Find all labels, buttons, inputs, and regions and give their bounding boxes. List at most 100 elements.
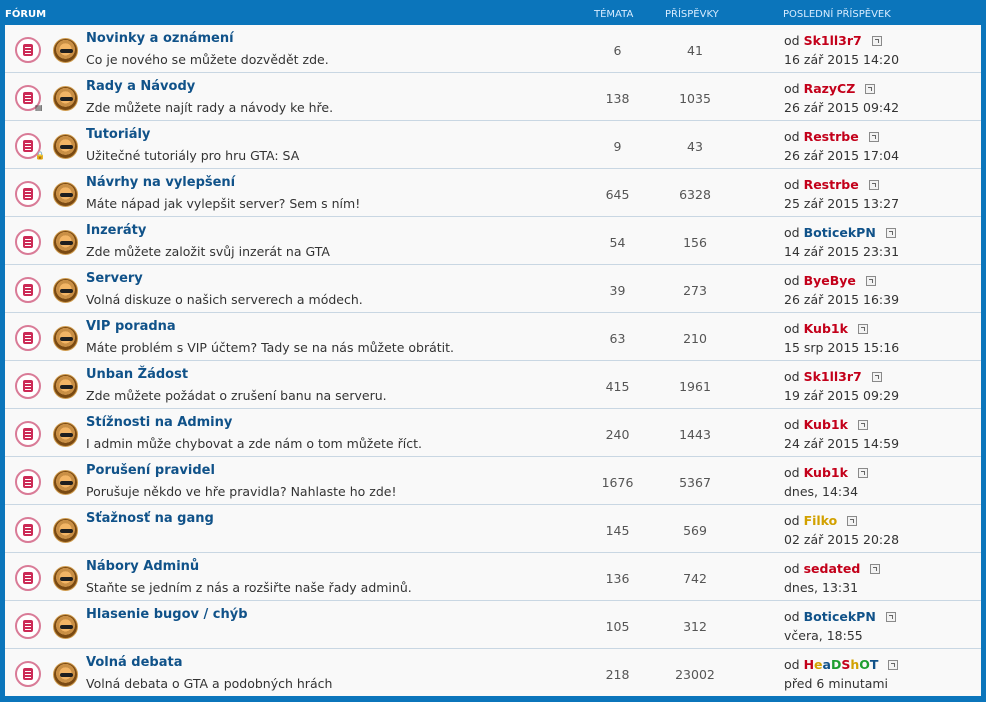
last-post-time: 25 zář 2015 13:27 — [784, 196, 900, 211]
last-post-info: od sedated — [784, 561, 881, 576]
forum-avatar-icon — [53, 614, 78, 639]
last-post-user-link[interactable]: Sk1ll3r7 — [804, 33, 862, 48]
forum-avatar-icon — [53, 422, 78, 447]
forum-avatar-icon — [53, 182, 78, 207]
forum-title-link[interactable]: Novinky a oznámení — [86, 31, 234, 46]
forum-row: Návrhy na vylepšení Máte nápad jak vylep… — [5, 169, 981, 217]
forum-read-icon — [15, 661, 41, 687]
goto-last-post-icon[interactable] — [857, 324, 868, 334]
last-post-time: 24 zář 2015 14:59 — [784, 436, 900, 451]
forum-description: Volná debata o GTA a podobných hrách — [86, 676, 333, 691]
forum-title-link[interactable]: Servery — [86, 271, 143, 286]
last-post-time: 26 zář 2015 09:42 — [784, 100, 900, 115]
last-post-by-label: od — [784, 657, 800, 672]
forum-description: Zde můžete požádat o zrušení banu na ser… — [86, 388, 387, 403]
last-post-user-link[interactable]: Filko — [804, 513, 838, 528]
last-post-user-link[interactable]: Kub1k — [804, 417, 848, 432]
last-post-info: od Sk1ll3r7 — [784, 369, 882, 384]
last-post-by-label: od — [784, 321, 800, 336]
forum-title-link[interactable]: Porušení pravidel — [86, 463, 215, 478]
forum-title-link[interactable]: Volná debata — [86, 655, 182, 670]
forum-read-icon — [15, 613, 41, 639]
forum-title-link[interactable]: VIP poradna — [86, 319, 176, 334]
forum-avatar-icon — [53, 374, 78, 399]
forum-description: Zde můžete založit svůj inzerát na GTA — [86, 244, 330, 259]
forum-read-icon — [15, 565, 41, 591]
last-post-info: od BoticekPN — [784, 225, 896, 240]
last-post-info: od Restrbe — [784, 129, 879, 144]
forum-title-link[interactable]: Tutoriály — [86, 127, 150, 142]
forum-read-icon — [15, 373, 41, 399]
last-post-by-label: od — [784, 465, 800, 480]
last-post-user-link[interactable]: BoticekPN — [804, 609, 876, 624]
last-post-by-label: od — [784, 561, 800, 576]
forum-title-link[interactable]: Sťažnosť na gang — [86, 511, 214, 526]
forum-title-link[interactable]: Stížnosti na Adminy — [86, 415, 232, 430]
forum-avatar-icon — [53, 470, 78, 495]
forum-row: Hlasenie bugov / chýb 105 312 od Boticek… — [5, 601, 981, 649]
last-post-time: dnes, 13:31 — [784, 580, 859, 595]
forum-title-link[interactable]: Rady a Návody — [86, 79, 195, 94]
forum-description: Porušuje někdo ve hře pravidla? Nahlaste… — [86, 484, 397, 499]
header-topics: TÉMATA — [594, 9, 634, 20]
goto-last-post-icon[interactable] — [885, 228, 896, 238]
topics-count: 105 — [605, 619, 630, 634]
goto-last-post-icon[interactable] — [888, 660, 899, 670]
goto-last-post-icon[interactable] — [871, 372, 882, 382]
forum-description: Zde můžete najít rady a návody ke hře. — [86, 100, 334, 115]
topics-count: 218 — [605, 667, 630, 682]
last-post-user-link[interactable]: Sk1ll3r7 — [804, 369, 862, 384]
last-post-info: od Filko — [784, 513, 858, 528]
last-post-user-link[interactable]: ByeBye — [804, 273, 856, 288]
last-post-info: od ByeBye — [784, 273, 876, 288]
forum-row: Nábory Adminů Staňte se jedním z nás a r… — [5, 553, 981, 601]
goto-last-post-icon[interactable] — [857, 420, 868, 430]
goto-last-post-icon[interactable] — [868, 132, 879, 142]
goto-last-post-icon[interactable] — [870, 564, 881, 574]
last-post-user-link[interactable]: Kub1k — [804, 465, 848, 480]
forum-title-link[interactable]: Návrhy na vylepšení — [86, 175, 235, 190]
posts-count: 210 — [683, 331, 707, 346]
posts-count: 569 — [683, 523, 707, 538]
topics-count: 39 — [609, 283, 626, 298]
goto-last-post-icon[interactable] — [868, 180, 879, 190]
goto-last-post-icon[interactable] — [857, 468, 868, 478]
last-post-user-link[interactable]: Restrbe — [804, 129, 859, 144]
goto-last-post-icon[interactable] — [885, 612, 896, 622]
topics-count: 136 — [605, 571, 630, 586]
last-post-time: 26 zář 2015 16:39 — [784, 292, 900, 307]
last-post-by-label: od — [784, 369, 800, 384]
goto-last-post-icon[interactable] — [865, 84, 876, 94]
last-post-user-link[interactable]: Kub1k — [804, 321, 848, 336]
last-post-time: před 6 minutami — [784, 676, 889, 691]
last-post-user-link[interactable]: HeaDShOT — [804, 657, 879, 672]
forum-title-link[interactable]: Unban Žádost — [86, 367, 188, 382]
forum-title-link[interactable]: Hlasenie bugov / chýb — [86, 607, 248, 622]
forum-row: Porušení pravidel Porušuje někdo ve hře … — [5, 457, 981, 505]
topics-count: 1676 — [601, 475, 634, 490]
last-post-user-link[interactable]: sedated — [804, 561, 861, 576]
forum-title-link[interactable]: Inzeráty — [86, 223, 146, 238]
forum-description: I admin může chybovat a zde nám o tom mů… — [86, 436, 422, 451]
goto-last-post-icon[interactable] — [847, 516, 858, 526]
forum-title-link[interactable]: Nábory Adminů — [86, 559, 199, 574]
last-post-by-label: od — [784, 177, 800, 192]
subforum-marker-icon: ▤ — [35, 103, 43, 112]
topics-count: 145 — [605, 523, 630, 538]
last-post-user-link[interactable]: BoticekPN — [804, 225, 876, 240]
forum-avatar-icon — [53, 662, 78, 687]
last-post-by-label: od — [784, 225, 800, 240]
forum-read-icon — [15, 469, 41, 495]
goto-last-post-icon[interactable] — [871, 36, 882, 46]
last-post-user-link[interactable]: RazyCZ — [804, 81, 856, 96]
forum-read-icon — [15, 325, 41, 351]
lock-icon: 🔒 — [35, 151, 45, 160]
posts-count: 23002 — [675, 667, 715, 682]
last-post-user-link[interactable]: Restrbe — [804, 177, 859, 192]
forum-row: Servery Volná diskuze o našich serverech… — [5, 265, 981, 313]
last-post-info: od Kub1k — [784, 417, 868, 432]
last-post-by-label: od — [784, 273, 800, 288]
goto-last-post-icon[interactable] — [865, 276, 876, 286]
header-last-post: POSLEDNÍ PŘÍSPĚVEK — [783, 9, 891, 20]
forum-avatar-icon — [53, 278, 78, 303]
